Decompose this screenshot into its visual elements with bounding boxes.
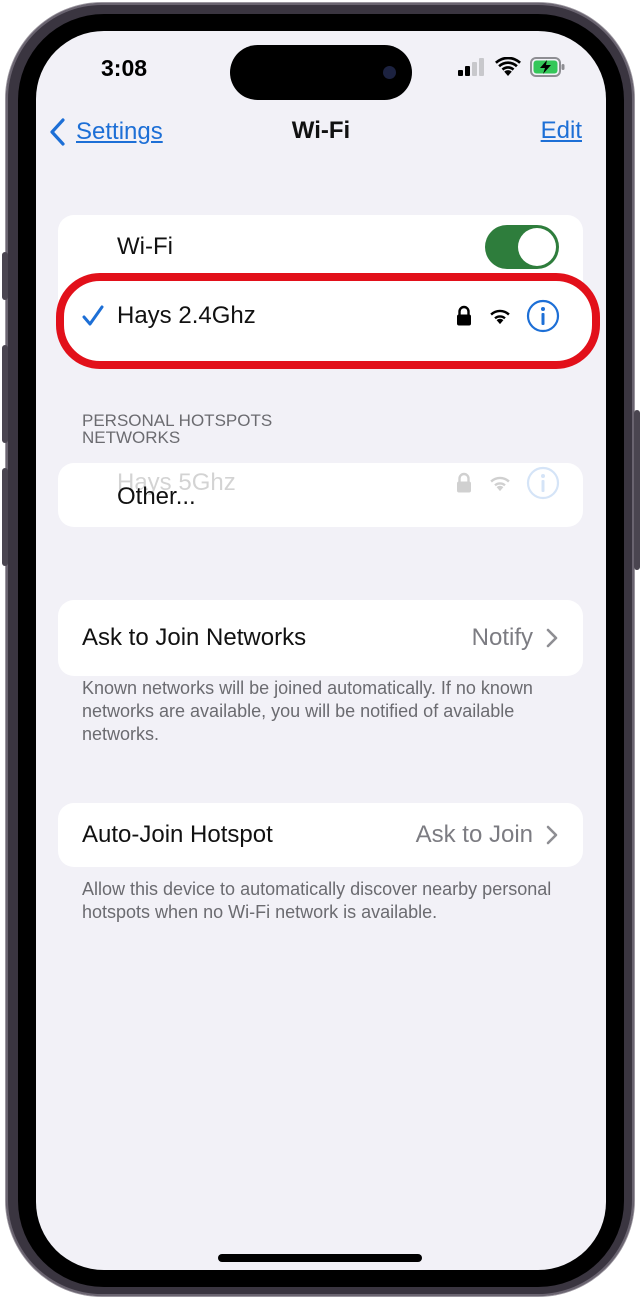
wifi-toggle[interactable] — [485, 225, 559, 269]
auto-join-value: Ask to Join — [415, 821, 533, 848]
networks-header: NETWORKS — [82, 428, 181, 447]
info-icon[interactable] — [526, 299, 560, 333]
personal-hotspots-header: PERSONAL HOTSPOTS — [82, 411, 273, 430]
wifi-icon — [490, 309, 510, 325]
home-indicator[interactable] — [218, 1254, 422, 1262]
ask-to-join-footnote: Known networks will be joined automatica… — [82, 678, 533, 744]
dynamic-island — [230, 45, 412, 100]
networks-group: Hays 5Ghz Other... — [58, 463, 583, 527]
front-camera-icon — [383, 66, 396, 79]
battery-charging-icon — [530, 57, 565, 77]
lock-icon — [457, 305, 471, 326]
auto-join-label: Auto-Join Hotspot — [82, 821, 273, 848]
connected-network-row[interactable]: Hays 2.4Ghz — [58, 285, 583, 347]
action-button — [2, 252, 8, 300]
ask-to-join-value: Notify — [471, 624, 533, 651]
status-time: 3:08 — [101, 55, 148, 81]
other-network-label: Other... — [117, 483, 196, 510]
auto-join-group: Auto-Join Hotspot Ask to Join — [58, 803, 583, 867]
volume-up-button — [2, 345, 8, 443]
wifi-toggle-row: Wi-Fi — [58, 215, 583, 279]
ask-to-join-label: Ask to Join Networks — [82, 624, 307, 651]
other-network-row[interactable]: Other... — [58, 479, 583, 515]
signal-icon — [458, 58, 484, 76]
auto-join-row[interactable]: Auto-Join Hotspot Ask to Join — [58, 803, 583, 867]
connected-network-name: Hays 2.4Ghz — [117, 302, 256, 329]
wifi-status-icon — [495, 57, 521, 76]
toggle-knob — [518, 228, 556, 266]
power-button — [634, 410, 640, 570]
screen: 3:08 Settings Wi-Fi Edit Wi-Fi Hays 2.4G… — [36, 31, 606, 1270]
edit-button[interactable]: Edit — [541, 117, 582, 145]
auto-join-footnote: Allow this device to automatically disco… — [82, 879, 552, 922]
wifi-toggle-label: Wi-Fi — [117, 233, 173, 260]
checkmark-icon — [82, 305, 104, 326]
chevron-right-icon — [546, 825, 558, 845]
status-icons — [458, 57, 566, 77]
ask-to-join-row[interactable]: Ask to Join Networks Notify — [58, 600, 583, 676]
chevron-right-icon — [546, 628, 558, 648]
page-title: Wi-Fi — [291, 117, 351, 144]
volume-down-button — [2, 468, 8, 566]
ask-to-join-group: Ask to Join Networks Notify — [58, 600, 583, 676]
